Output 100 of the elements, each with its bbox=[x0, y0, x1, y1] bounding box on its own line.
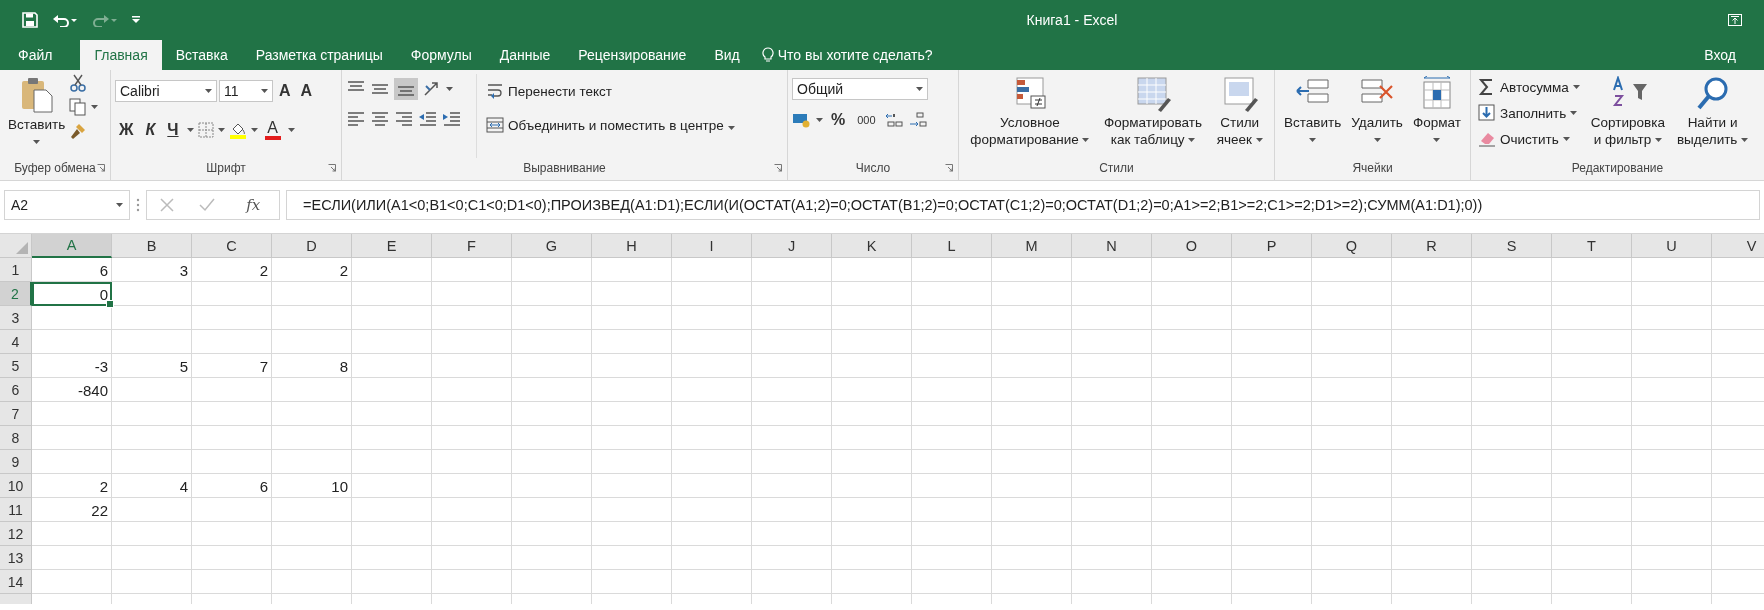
column-header[interactable]: M bbox=[992, 234, 1072, 258]
font-size-dropdown[interactable]: 11 bbox=[219, 80, 273, 102]
name-box[interactable]: A2 bbox=[4, 190, 130, 220]
caret-icon[interactable] bbox=[1373, 138, 1381, 142]
caret-icon[interactable] bbox=[1188, 138, 1196, 142]
caret-icon[interactable] bbox=[217, 128, 225, 132]
italic-button[interactable]: К bbox=[141, 120, 160, 140]
caret-icon[interactable] bbox=[1433, 138, 1441, 142]
checkmark-icon[interactable] bbox=[199, 198, 215, 212]
ribbon-tab[interactable]: Данные bbox=[485, 40, 565, 70]
clear-button[interactable]: Очистить bbox=[1475, 128, 1583, 150]
grow-font-button[interactable]: A bbox=[275, 81, 295, 101]
caret-icon[interactable] bbox=[1309, 138, 1317, 142]
ribbon-tab[interactable]: Формулы bbox=[396, 40, 486, 70]
formula-input[interactable]: =ЕСЛИ(ИЛИ(A1<0;B1<0;C1<0;D1<0);ПРОИЗВЕД(A1:D1);ЕСЛИ(И(ОСТАТ(A1;2)=0;ОСТАТ(B1;2)=0;ОСТАТ(C1;2)=0;ОСТАТ(D1;2)=0;A1>=2;B1>=2;C1>=2;D1>=2);СУММ(A1:D1);0)) bbox=[286, 190, 1760, 220]
caret-icon[interactable] bbox=[727, 125, 735, 130]
column-header[interactable]: F bbox=[432, 234, 512, 258]
increase-indent-icon[interactable] bbox=[442, 110, 462, 128]
insert-button[interactable]: Вставить bbox=[1280, 74, 1346, 158]
ribbon-tab[interactable]: Разметка страницы bbox=[241, 40, 397, 70]
fill-handle[interactable] bbox=[106, 300, 114, 308]
caret-icon[interactable] bbox=[1570, 111, 1578, 115]
column-header[interactable]: A bbox=[32, 234, 112, 258]
column-header[interactable]: N bbox=[1072, 234, 1152, 258]
find-select-button[interactable]: Найти и выделить bbox=[1672, 74, 1753, 150]
currency-icon[interactable] bbox=[792, 112, 812, 128]
tell-me-search-field[interactable]: Что вы хотите сделать? bbox=[777, 47, 933, 63]
caret-icon[interactable] bbox=[1741, 138, 1749, 142]
column-header[interactable]: D bbox=[272, 234, 352, 258]
font-color-button[interactable]: A bbox=[261, 120, 284, 140]
caret-icon[interactable] bbox=[1655, 138, 1662, 142]
column-header[interactable]: O bbox=[1152, 234, 1232, 258]
align-left-icon[interactable] bbox=[346, 110, 366, 128]
column-header[interactable]: H bbox=[592, 234, 672, 258]
ribbon-tab[interactable]: Главная bbox=[80, 40, 162, 70]
conditional-formatting-button[interactable]: Условное форматирование bbox=[966, 74, 1094, 158]
column-header[interactable]: P bbox=[1232, 234, 1312, 258]
dialog-launcher-icon[interactable] bbox=[328, 164, 336, 172]
wrap-text-button[interactable]: Перенести текст bbox=[483, 80, 738, 102]
caret-icon[interactable] bbox=[1572, 85, 1580, 89]
column-header[interactable]: K bbox=[832, 234, 912, 258]
column-header[interactable]: R bbox=[1392, 234, 1472, 258]
dialog-launcher-icon[interactable] bbox=[97, 164, 105, 172]
ribbon-tab[interactable]: Файл bbox=[4, 40, 67, 70]
caret-icon[interactable] bbox=[116, 203, 123, 207]
column-header[interactable]: I bbox=[672, 234, 752, 258]
paste-button[interactable]: Вставить bbox=[4, 74, 70, 158]
caret-icon[interactable] bbox=[186, 128, 194, 132]
format-button[interactable]: Формат bbox=[1408, 74, 1465, 158]
caret-icon[interactable] bbox=[1255, 138, 1263, 142]
caret-icon[interactable] bbox=[916, 87, 923, 91]
column-header[interactable]: C bbox=[192, 234, 272, 258]
increase-decimal-icon[interactable] bbox=[883, 111, 904, 129]
undo-icon[interactable] bbox=[52, 13, 78, 27]
ribbon-tab[interactable]: Вставка bbox=[161, 40, 242, 70]
fill-button[interactable]: Заполнить bbox=[1475, 102, 1583, 124]
caret-icon[interactable] bbox=[1082, 138, 1090, 142]
paintbrush-icon[interactable] bbox=[69, 122, 88, 140]
column-header[interactable]: E bbox=[352, 234, 432, 258]
align-bottom-icon[interactable] bbox=[394, 78, 418, 100]
column-header[interactable]: T bbox=[1552, 234, 1632, 258]
caret-icon[interactable] bbox=[250, 128, 258, 132]
sign-in-link[interactable]: Вход bbox=[1690, 40, 1750, 70]
column-header[interactable]: G bbox=[512, 234, 592, 258]
ribbon-display-icon[interactable] bbox=[1728, 14, 1742, 26]
copy-icon[interactable] bbox=[69, 98, 88, 116]
row-header[interactable]: 2 bbox=[0, 282, 32, 306]
insert-function-button[interactable]: fx bbox=[240, 195, 267, 215]
thousands-separator-button[interactable]: 000 bbox=[853, 113, 880, 127]
underline-button[interactable]: Ч bbox=[163, 120, 183, 140]
format-as-table-button[interactable]: Форматировать как таблицу bbox=[1100, 74, 1207, 158]
column-header[interactable]: L bbox=[912, 234, 992, 258]
autosum-button[interactable]: Автосумма bbox=[1475, 76, 1583, 98]
dialog-launcher-icon[interactable] bbox=[945, 164, 953, 172]
caret-icon[interactable] bbox=[91, 105, 99, 109]
number-format-dropdown[interactable]: Общий bbox=[792, 78, 928, 100]
align-right-icon[interactable] bbox=[394, 110, 414, 128]
merge-center-button[interactable]: Объединить и поместить в центре bbox=[483, 114, 738, 136]
customize-icon[interactable] bbox=[132, 16, 140, 24]
scissors-icon[interactable] bbox=[69, 74, 88, 92]
caret-icon[interactable] bbox=[1562, 137, 1570, 141]
font-name-dropdown[interactable]: Calibri bbox=[115, 80, 217, 102]
decrease-indent-icon[interactable] bbox=[418, 110, 438, 128]
drag-handle-icon[interactable] bbox=[136, 198, 140, 212]
fill-color-icon[interactable] bbox=[228, 121, 247, 139]
delete-button[interactable]: Удалить bbox=[1347, 74, 1407, 158]
column-header[interactable]: S bbox=[1472, 234, 1552, 258]
bold-button[interactable]: Ж bbox=[115, 120, 138, 140]
cell-styles-button[interactable]: Стили ячеек bbox=[1212, 74, 1267, 158]
dialog-launcher-icon[interactable] bbox=[774, 164, 782, 172]
sort-filter-button[interactable]: Сортировка и фильтр bbox=[1586, 74, 1669, 150]
shrink-font-button[interactable]: A bbox=[296, 81, 317, 101]
caret-icon[interactable] bbox=[205, 89, 212, 93]
ribbon-tab[interactable]: Рецензирование bbox=[564, 40, 701, 70]
caret-icon[interactable] bbox=[446, 87, 453, 91]
align-center-icon[interactable] bbox=[370, 110, 390, 128]
column-header[interactable]: Q bbox=[1312, 234, 1392, 258]
ribbon-tab[interactable]: Вид bbox=[700, 40, 754, 70]
column-header[interactable]: V bbox=[1712, 234, 1764, 258]
caret-icon[interactable] bbox=[261, 89, 268, 93]
